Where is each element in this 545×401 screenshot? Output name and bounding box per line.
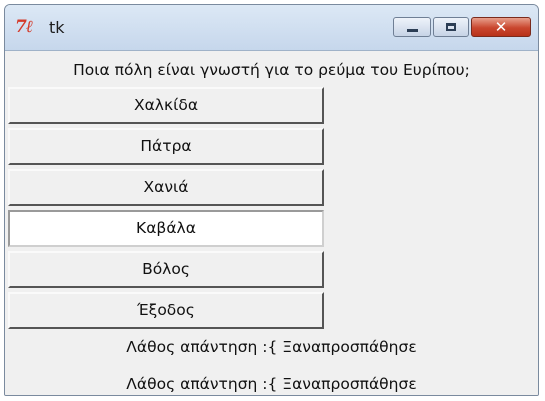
question-label: Ποια πόλη είναι γνωστή για το ρεύμα του … xyxy=(73,61,470,79)
close-icon: ✕ xyxy=(494,17,508,36)
minimize-button[interactable] xyxy=(393,17,431,37)
result-message: Λάθος απάντηση :{ Ξαναπροσπάθησε xyxy=(126,375,417,393)
maximize-button[interactable] xyxy=(433,17,469,37)
close-button[interactable]: ✕ xyxy=(471,17,531,37)
exit-button[interactable]: Έξοδος xyxy=(8,292,324,329)
client-area: Ποια πόλη είναι γνωστή για το ρεύμα του … xyxy=(5,51,538,395)
answer-button-kavala[interactable]: Καβάλα xyxy=(8,210,324,247)
answer-button-chania[interactable]: Χανιά xyxy=(8,169,324,206)
minimize-icon xyxy=(406,28,418,32)
answer-button-chalkida[interactable]: Χαλκίδα xyxy=(8,87,324,124)
maximize-icon xyxy=(446,23,456,31)
window-title: tk xyxy=(49,18,65,37)
answer-button-patra[interactable]: Πάτρα xyxy=(8,128,324,165)
answer-button-volos[interactable]: Βόλος xyxy=(8,251,324,288)
result-message: Λάθος απάντηση :{ Ξαναπροσπάθησε xyxy=(126,338,417,356)
app-window: 7ℓ tk ✕ Ποια πόλη είναι γνωστή για το ρε… xyxy=(4,4,539,396)
tk-feather-icon: 7ℓ xyxy=(15,17,33,37)
title-bar[interactable]: 7ℓ tk ✕ xyxy=(5,5,538,51)
answer-list: Χαλκίδα Πάτρα Χανιά Καβάλα Βόλος Έξοδος xyxy=(8,87,324,333)
